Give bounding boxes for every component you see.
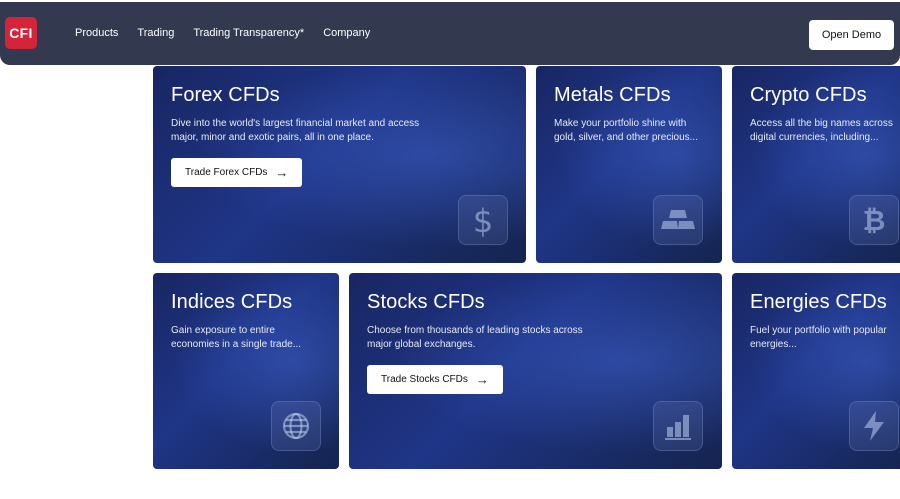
button-label: Trade Forex CFDs	[185, 167, 268, 178]
card-metals-cfds[interactable]: Metals CFDs Make your portfolio shine wi…	[536, 66, 722, 263]
globe-icon	[271, 401, 321, 451]
card-description: Choose from thousands of leading stocks …	[367, 325, 583, 350]
card-title: Forex CFDs	[171, 84, 280, 106]
card-description: Gain exposure to entire economies in a s…	[171, 325, 302, 350]
card-crypto-cfds[interactable]: Crypto CFDs Access all the big names acr…	[732, 66, 900, 263]
card-title: Indices CFDs	[171, 291, 293, 313]
cfi-logo[interactable]: CFI	[5, 17, 37, 49]
card-title: Energies CFDs	[750, 291, 887, 313]
card-title: Crypto CFDs	[750, 84, 867, 106]
svg-text:$: $	[473, 203, 493, 237]
card-energies-cfds[interactable]: Energies CFDs Fuel your portfolio with p…	[732, 273, 900, 469]
main-nav: Products Trading Trading Transparency* C…	[75, 27, 370, 39]
trade-stocks-cfds-button[interactable]: Trade Stocks CFDs →	[367, 365, 503, 394]
card-stocks-cfds[interactable]: Stocks CFDs Choose from thousands of lea…	[349, 273, 722, 469]
bar-chart-icon	[653, 401, 703, 451]
nav-trading-transparency[interactable]: Trading Transparency*	[193, 27, 304, 39]
card-description: Dive into the world's largest financial …	[171, 118, 420, 143]
nav-products[interactable]: Products	[75, 27, 118, 39]
top-navigation-bar: CFI Products Trading Trading Transparenc…	[0, 2, 900, 65]
card-indices-cfds[interactable]: Indices CFDs Gain exposure to entire eco…	[153, 273, 339, 469]
card-title: Stocks CFDs	[367, 291, 485, 313]
open-demo-button[interactable]: Open Demo	[809, 20, 894, 50]
gold-bars-icon	[653, 195, 703, 245]
nav-company[interactable]: Company	[323, 27, 370, 39]
svg-text:₿: ₿	[863, 204, 886, 237]
trade-forex-cfds-button[interactable]: Trade Forex CFDs →	[171, 158, 303, 187]
nav-trading[interactable]: Trading	[137, 27, 174, 39]
card-description: Fuel your portfolio with popular energie…	[750, 325, 887, 350]
dollar-icon: $	[458, 195, 508, 245]
card-title: Metals CFDs	[554, 84, 671, 106]
arrow-right-icon: →	[475, 372, 489, 387]
button-label: Trade Stocks CFDs	[381, 374, 468, 385]
lightning-icon	[849, 401, 899, 451]
card-description: Access all the big names across digital …	[750, 118, 893, 143]
arrow-right-icon: →	[275, 165, 289, 180]
card-forex-cfds[interactable]: Forex CFDs Dive into the world's largest…	[153, 66, 526, 263]
card-description: Make your portfolio shine with gold, sil…	[554, 118, 698, 143]
bitcoin-icon: ₿	[849, 195, 899, 245]
